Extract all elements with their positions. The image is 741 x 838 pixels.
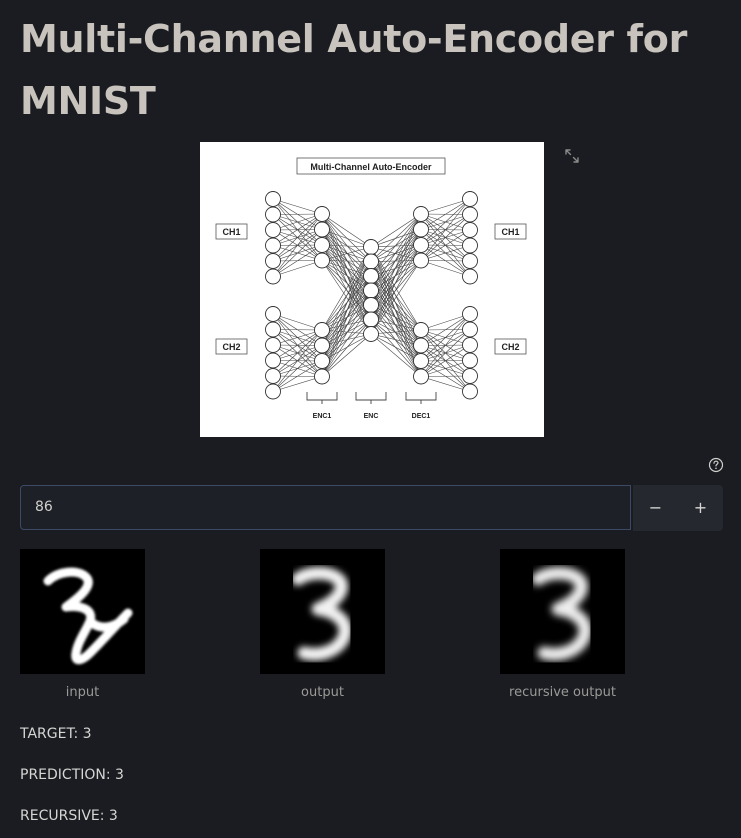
input-image [20,549,145,674]
diagram-label-enc: ENC [364,413,379,420]
recursive-text: RECURSIVE: 3 [20,808,118,824]
diagram-label-ch2-right: CH2 [501,342,519,352]
recursive-output-image [500,549,625,674]
diagram-label-ch2-left: CH2 [222,342,240,352]
number-input[interactable] [20,485,631,530]
help-circle-icon[interactable] [708,457,724,473]
target-text: TARGET: 3 [20,726,92,742]
page-title: Multi-Channel Auto-Encoder for MNIST [20,17,688,123]
recursive-output-caption: recursive output [509,685,616,700]
output-image [260,549,385,674]
prediction-text: PREDICTION: 3 [20,767,124,783]
architecture-diagram: Multi-Channel Auto-Encoder CH1 CH2 CH1 C… [200,142,544,437]
increment-button[interactable]: + [678,485,723,531]
diagram-title: Multi-Channel Auto-Encoder [310,162,432,172]
input-caption: input [65,685,100,700]
decrement-button[interactable]: − [633,485,678,531]
diagram-label-dec1: DEC1 [412,413,431,420]
diagram-label-enc1: ENC1 [313,413,332,420]
diagram-label-ch1-right: CH1 [501,227,519,237]
expand-icon[interactable] [564,148,580,164]
diagram-label-ch1-left: CH1 [222,227,240,237]
output-caption: output [301,685,344,700]
